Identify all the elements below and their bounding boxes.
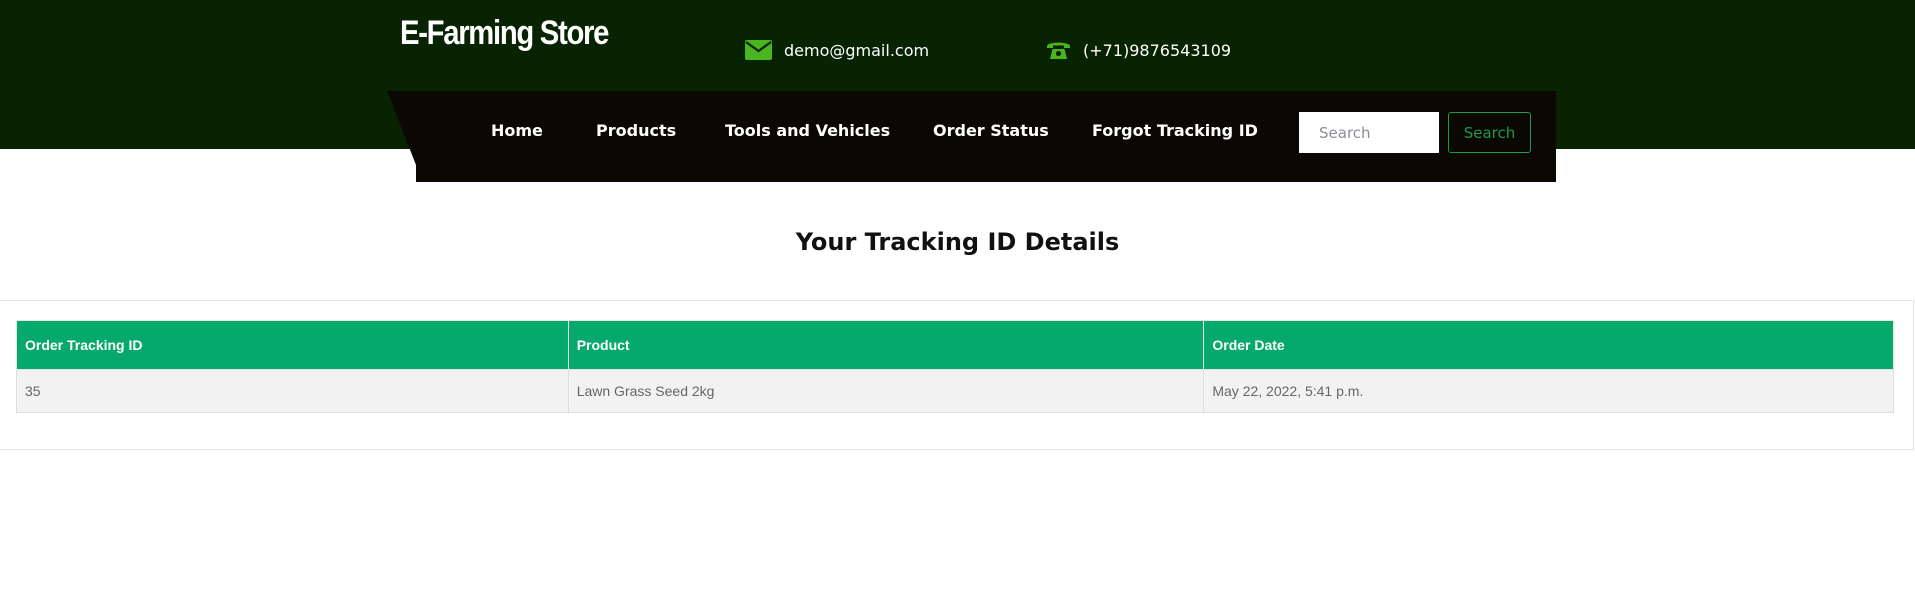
column-header-product: Product xyxy=(567,320,1205,370)
table-header-row: Order Tracking ID Product Order Date xyxy=(16,320,1894,370)
nav-forgot-tracking-id[interactable]: Forgot Tracking ID xyxy=(1092,121,1258,140)
column-header-tracking-id: Order Tracking ID xyxy=(16,320,569,370)
nav-order-status[interactable]: Order Status xyxy=(933,121,1049,140)
search-input[interactable] xyxy=(1299,112,1439,153)
cell-tracking-id: 35 xyxy=(16,369,569,413)
envelope-icon xyxy=(745,40,772,60)
phone-icon xyxy=(1047,42,1070,59)
nav-home[interactable]: Home xyxy=(491,121,543,140)
main-navigation: Home Products Tools and Vehicles Order S… xyxy=(387,91,1556,182)
tracking-table: Order Tracking ID Product Order Date 35 … xyxy=(16,320,1894,413)
contact-email-text: demo@gmail.com xyxy=(784,40,930,60)
page-title: Your Tracking ID Details xyxy=(795,228,1120,256)
contact-phone-text: (+71)9876543109 xyxy=(1083,40,1232,60)
contact-phone: (+71)9876543109 xyxy=(1046,40,1231,60)
cell-order-date: May 22, 2022, 5:41 p.m. xyxy=(1203,369,1894,413)
nav-tools-and-vehicles[interactable]: Tools and Vehicles xyxy=(725,121,890,140)
column-header-order-date: Order Date xyxy=(1203,320,1894,370)
site-logo[interactable]: E-Farming Store xyxy=(400,14,609,53)
nav-products[interactable]: Products xyxy=(596,121,676,140)
table-row: 35 Lawn Grass Seed 2kg May 22, 2022, 5:4… xyxy=(16,369,1894,413)
contact-email: demo@gmail.com xyxy=(745,40,929,60)
search-button[interactable]: Search xyxy=(1448,112,1531,153)
cell-product: Lawn Grass Seed 2kg xyxy=(567,369,1205,413)
